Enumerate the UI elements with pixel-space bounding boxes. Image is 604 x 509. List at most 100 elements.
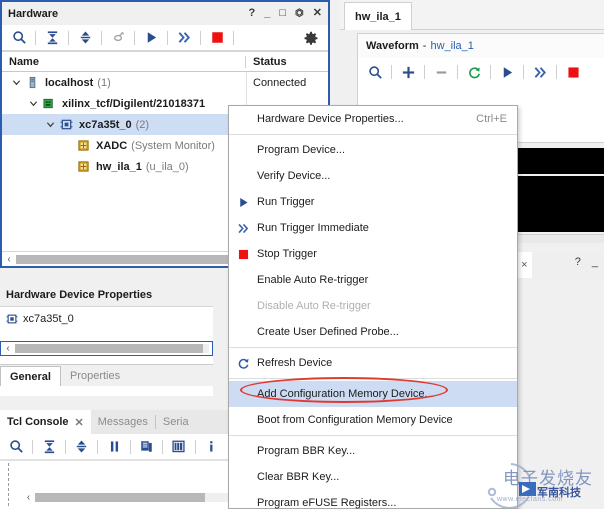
float-icon[interactable]: ⏣ [295, 8, 304, 19]
menu-item-refresh-device[interactable]: Refresh Device [229, 350, 517, 376]
scroll-thumb[interactable] [16, 254, 239, 264]
zoom-out-icon[interactable] [428, 61, 454, 83]
run-trigger-icon[interactable] [138, 27, 164, 49]
menu-item-add-configuration-memory-device[interactable]: Add Configuration Memory Device... [229, 381, 517, 407]
toolbar-separator [32, 439, 34, 454]
device-properties-tabs: General Properties [0, 364, 213, 386]
device-context-menu[interactable]: Hardware Device Properties... Ctrl+E Progr… [228, 105, 518, 509]
console-output-area[interactable]: ‹ [0, 460, 228, 506]
toolbar-separator [457, 65, 458, 79]
close-icon[interactable]: × [521, 259, 527, 271]
run-trigger-immediate-icon[interactable] [527, 61, 553, 83]
device-properties-device-row[interactable]: xc7a35t_0 [0, 307, 213, 331]
console-toolbar [0, 434, 228, 460]
toolbar-separator [97, 439, 99, 454]
menu-item-create-user-defined-probe[interactable]: Create User Defined Probe... [229, 319, 517, 345]
run-trigger-icon [229, 196, 257, 209]
refresh-icon[interactable] [461, 61, 487, 83]
tree-row-label: XADC [96, 139, 128, 152]
search-icon[interactable] [362, 61, 388, 83]
menu-item-hardware-device-properties[interactable]: Hardware Device Properties... Ctrl+E [229, 106, 517, 132]
menu-item-run-trigger[interactable]: Run Trigger [229, 189, 517, 215]
menu-item-accelerator: Ctrl+E [476, 113, 507, 125]
tab-messages[interactable]: Messages [91, 410, 155, 434]
menu-item-enable-auto-retrigger[interactable]: Enable Auto Re-trigger [229, 267, 517, 293]
console-hscrollbar[interactable]: ‹ [22, 491, 228, 504]
menu-item-run-trigger-immediate[interactable]: Run Trigger Immediate [229, 215, 517, 241]
device-properties-body: xc7a35t_0 ‹ [0, 306, 213, 364]
tab-serial[interactable]: Seria [156, 410, 196, 434]
tab-tcl-console[interactable]: Tcl Console ✕ [0, 410, 91, 434]
help-icon[interactable]: ? [249, 8, 256, 19]
minimize-icon[interactable]: _ [264, 8, 270, 19]
run-trigger-icon[interactable] [494, 61, 520, 83]
expand-all-icon[interactable] [72, 27, 98, 49]
vivado-hardware-manager-screenshot: hw_ila_1 ptions Waveform - hw_ila_1 [0, 0, 604, 509]
tree-row-name-cell: localhost (1) [2, 76, 246, 89]
close-icon[interactable]: ✕ [75, 416, 84, 429]
columns-icon[interactable] [166, 436, 191, 458]
menu-item-label: Disable Auto Re-trigger [257, 300, 371, 312]
menu-item-clear-bbr-key[interactable]: Clear BBR Key... [229, 464, 517, 490]
menu-item-program-device[interactable]: Program Device... [229, 137, 517, 163]
tree-row-label: xilinx_tcf/Digilent/21018371 [62, 97, 206, 110]
hardware-toolbar [2, 25, 328, 51]
info-icon[interactable] [199, 436, 224, 458]
scroll-thumb[interactable] [15, 344, 204, 353]
tree-row-label: hw_ila_1 [96, 160, 142, 173]
tab-properties[interactable]: Properties [61, 366, 129, 386]
tree-row-suffix: (2) [135, 118, 150, 131]
menu-item-program-efuse-registers[interactable]: Program eFUSE Registers... [229, 490, 517, 509]
scroll-thumb[interactable] [35, 493, 205, 502]
maximize-icon[interactable]: □ [279, 8, 286, 19]
scroll-left-icon[interactable]: ‹ [1, 343, 15, 354]
tree-row-label: localhost [45, 76, 94, 89]
scroll-track[interactable] [35, 493, 228, 502]
toolbar-separator [35, 30, 36, 45]
core-icon [75, 139, 92, 152]
right-tab-strip: hw_ila_1 [340, 0, 604, 30]
stop-trigger-icon[interactable] [204, 27, 230, 49]
column-header-status: Status [253, 55, 287, 68]
collapse-all-icon[interactable] [39, 27, 65, 49]
toolbar-separator [162, 439, 164, 454]
chevron-down-icon[interactable] [25, 99, 41, 108]
scroll-track[interactable] [15, 344, 209, 353]
device-properties-title: Hardware Device Properties [6, 288, 153, 301]
waveform-title-name[interactable]: hw_ila_1 [430, 40, 473, 52]
minimize-icon[interactable]: _ [592, 256, 598, 268]
copy-icon[interactable] [134, 436, 159, 458]
tab-general[interactable]: General [0, 366, 61, 386]
collapse-all-icon[interactable] [36, 436, 61, 458]
scroll-left-icon[interactable]: ‹ [22, 492, 35, 503]
expand-all-icon[interactable] [69, 436, 94, 458]
search-icon[interactable] [6, 27, 32, 49]
table-row[interactable]: localhost (1) Connected [2, 72, 328, 93]
menu-item-program-bbr-key[interactable]: Program BBR Key... [229, 438, 517, 464]
chevron-down-icon[interactable] [42, 120, 58, 129]
run-trigger-immediate-icon[interactable] [171, 27, 197, 49]
menu-item-label: Program eFUSE Registers... [257, 497, 397, 509]
close-icon[interactable]: ✕ [313, 8, 322, 19]
menu-item-boot-from-configuration-memory-device[interactable]: Boot from Configuration Memory Device [229, 407, 517, 433]
toolbar-separator [129, 439, 131, 454]
refresh-icon [229, 357, 257, 370]
chevron-down-icon[interactable] [8, 78, 24, 87]
gear-icon[interactable] [298, 27, 324, 49]
zoom-in-icon[interactable] [395, 61, 421, 83]
tab-hw-ila-1[interactable]: hw_ila_1 [344, 2, 412, 30]
scroll-left-icon[interactable]: ‹ [2, 254, 16, 265]
help-icon[interactable]: ? [575, 256, 581, 268]
toolbar-separator [424, 65, 425, 79]
menu-item-stop-trigger[interactable]: Stop Trigger [229, 241, 517, 267]
chip-icon [6, 313, 18, 325]
toolbar-separator [200, 30, 201, 45]
search-icon[interactable] [4, 436, 29, 458]
menu-item-verify-device[interactable]: Verify Device... [229, 163, 517, 189]
stop-trigger-icon[interactable] [560, 61, 586, 83]
tree-row-name-cell: xilinx_tcf/Digilent/21018371 [2, 97, 246, 110]
menu-item-label: Stop Trigger [257, 248, 317, 260]
device-properties-hscrollbar[interactable]: ‹ [0, 341, 213, 356]
pause-icon[interactable] [101, 436, 126, 458]
menu-item-label: Clear BBR Key... [257, 471, 340, 483]
